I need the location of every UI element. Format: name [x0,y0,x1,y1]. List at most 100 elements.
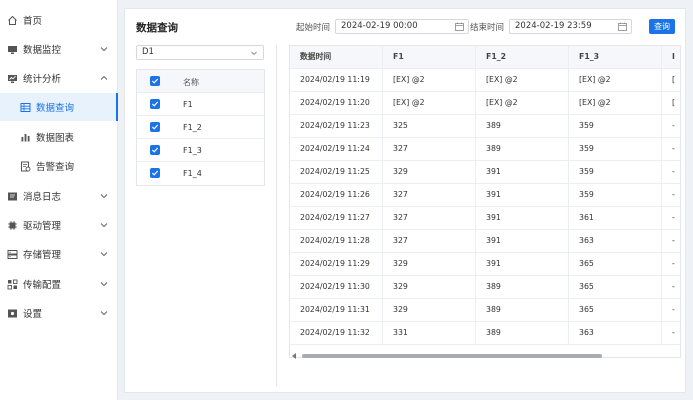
column-header[interactable]: F1 [383,46,476,68]
table-row[interactable]: 2024/02/19 11:32 331 389 363- [290,322,680,345]
start-time-value: 2024-02-19 00:00 [341,21,418,31]
sidebar-item-data-chart[interactable]: 数据图表 [0,123,118,151]
table-row[interactable]: 2024/02/19 11:23 325 389 359- [290,115,680,138]
table-cell: 359 [569,138,662,160]
sidebar-item-message-log[interactable]: 消息日志 [0,182,118,210]
list-item[interactable]: F1 [137,93,264,116]
table-cell: 327 [383,184,476,206]
table-cell: [EX] @2 [476,92,569,114]
table-cell: 2024/02/19 11:23 [290,115,383,137]
panel-divider [276,45,277,386]
device-select[interactable]: D1 [136,45,264,60]
table-row[interactable]: 2024/02/19 11:25 329 391 359- [290,161,680,184]
table-cell: 2024/02/19 11:31 [290,299,383,321]
list-item[interactable]: F1_4 [137,162,264,185]
chevron-down-icon [100,252,108,257]
table-row[interactable]: 2024/02/19 11:31 329 389 365- [290,299,680,322]
sidebar-item-label: 存储管理 [23,250,62,261]
field-list-header-label: 名称 [183,78,199,87]
table-cell: 391 [476,207,569,229]
field-checkbox[interactable] [150,122,160,132]
table-cell: 389 [476,322,569,344]
table-cell: 365 [569,299,662,321]
table-row[interactable]: 2024/02/19 11:24 327 389 359- [290,138,680,161]
end-time-input[interactable]: 2024-02-19 23:59 [509,19,632,34]
table-cell: 359 [569,184,662,206]
field-checkbox[interactable] [150,145,160,155]
settings-icon [7,308,18,319]
scrollbar-thumb[interactable] [302,354,602,358]
field-checkbox[interactable] [150,168,160,178]
table-cell: 2024/02/19 11:27 [290,207,383,229]
sidebar-item-alarm-query[interactable]: 告警查询 [0,152,118,180]
field-label: F1_2 [183,123,202,132]
table-cell: 327 [383,230,476,252]
table-cell: 391 [476,253,569,275]
table-cell: 391 [476,161,569,183]
table-cell: - [662,207,680,229]
table-row[interactable]: 2024/02/19 11:20 [EX] @2 [EX] @2 [EX] @2[ [290,92,680,115]
page-title: 数据查询 [136,22,178,34]
table-cell: 2024/02/19 11:19 [290,69,383,91]
table-cell: - [662,253,680,275]
field-label: F1_3 [183,146,202,155]
table-cell: 359 [569,115,662,137]
sidebar-item-driver-management[interactable]: 驱动管理 [0,211,118,239]
device-select-value: D1 [142,47,154,57]
column-header[interactable]: 数据时间 [290,46,383,68]
table-cell: [EX] @2 [569,69,662,91]
table-row[interactable]: 2024/02/19 11:26 327 391 359- [290,184,680,207]
chevron-down-icon [100,47,108,52]
column-header[interactable]: F1_2 [476,46,569,68]
scroll-left-icon[interactable] [292,353,296,359]
table-cell: 2024/02/19 11:20 [290,92,383,114]
sidebar-item-label: 设置 [23,309,43,320]
table-cell: 331 [383,322,476,344]
sidebar-item-data-query[interactable]: 数据查询 [0,93,118,121]
chevron-down-icon [100,194,108,199]
horizontal-scrollbar[interactable] [289,352,681,360]
table-cell: 325 [383,115,476,137]
table-row[interactable]: 2024/02/19 11:19 [EX] @2 [EX] @2 [EX] @2[ [290,69,680,92]
sidebar-item-label: 数据监控 [23,45,62,56]
sidebar-item-storage-management[interactable]: 存储管理 [0,240,118,268]
sidebar-item-statistics[interactable]: 统计分析 [0,64,118,92]
column-header[interactable]: I [662,46,680,68]
field-label: F1 [183,100,193,109]
field-checkbox[interactable] [150,99,160,109]
list-item[interactable]: F1_3 [137,139,264,162]
field-list: 名称 F1 F1_2 F1_3 F1_4 [136,69,265,186]
table-cell: 2024/02/19 11:28 [290,230,383,252]
table-row[interactable]: 2024/02/19 11:29 329 391 365- [290,253,680,276]
table-cell: [EX] @2 [383,69,476,91]
table-cell: - [662,276,680,298]
table-cell: [ [662,69,680,91]
sidebar-item-monitor[interactable]: 数据监控 [0,35,118,63]
table-cell: [ [662,92,680,114]
table-cell: - [662,115,680,137]
query-button[interactable]: 查询 [649,19,675,34]
table-cell: - [662,161,680,183]
sidebar-item-label: 消息日志 [23,192,62,203]
table-cell: 329 [383,161,476,183]
sidebar-item-settings[interactable]: 设置 [0,299,118,327]
sidebar-item-transfer-config[interactable]: 传输配置 [0,270,118,298]
sidebar-item-home[interactable]: 首页 [0,6,118,34]
table-cell: [EX] @2 [383,92,476,114]
table-row[interactable]: 2024/02/19 11:28 327 391 363- [290,230,680,253]
select-all-checkbox[interactable] [150,76,160,86]
start-time-input[interactable]: 2024-02-19 00:00 [335,19,469,34]
end-time-label: 结束时间 [470,23,505,33]
table-cell: 363 [569,322,662,344]
column-header[interactable]: F1_3 [569,46,662,68]
table-cell: 389 [476,138,569,160]
start-time-label: 起始时间 [296,23,331,33]
list-item[interactable]: F1_2 [137,116,264,139]
data-table: 数据时间 F1 F1_2 F1_3 I 2024/02/19 11:19 [EX] @2 [E… [289,45,681,358]
message-icon [7,191,18,202]
sidebar-item-label: 传输配置 [23,280,62,291]
table-row[interactable]: 2024/02/19 11:30 329 389 365- [290,276,680,299]
table-cell: 2024/02/19 11:25 [290,161,383,183]
table-row[interactable]: 2024/02/19 11:27 327 391 361- [290,207,680,230]
sidebar-item-label: 首页 [23,16,43,27]
